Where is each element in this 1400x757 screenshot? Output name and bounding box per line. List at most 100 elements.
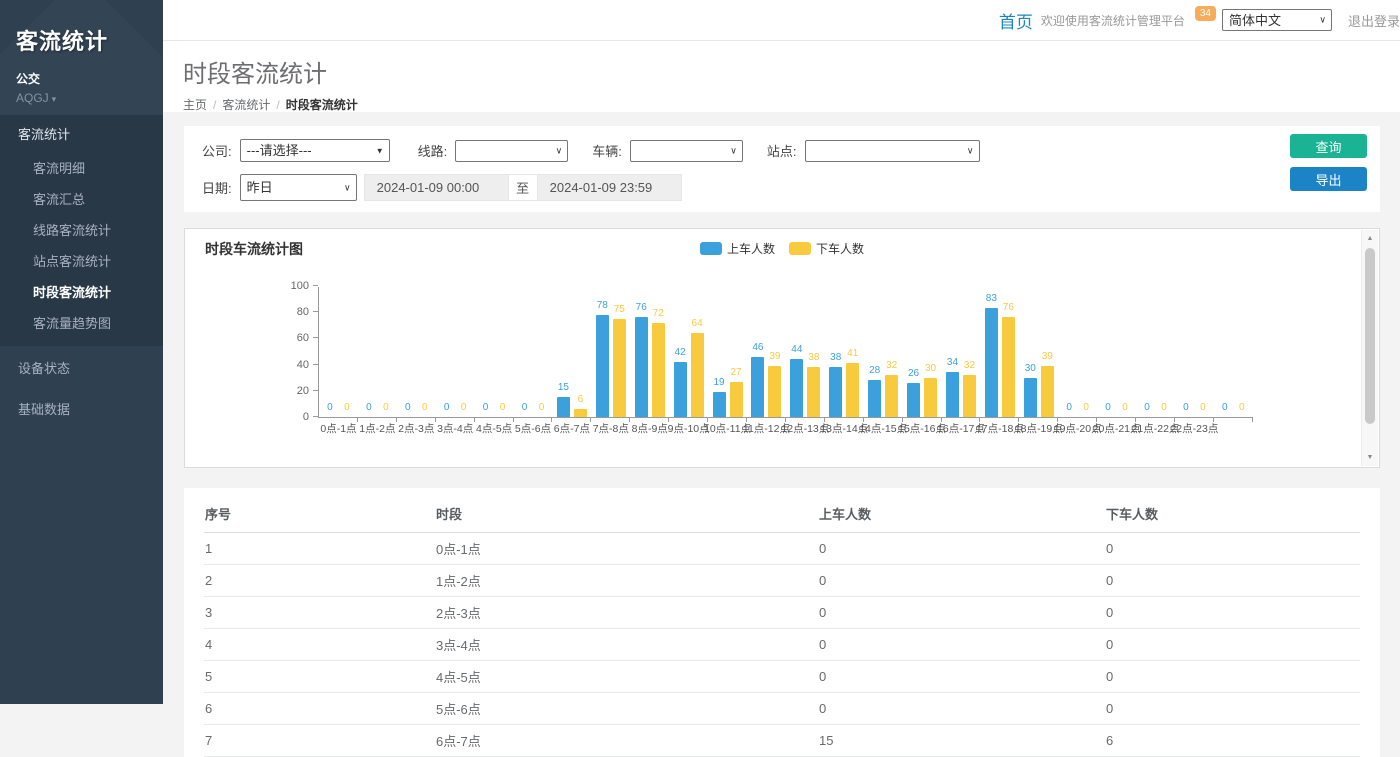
bar-value-label: 30 bbox=[1025, 363, 1036, 374]
query-button[interactable]: 查询 bbox=[1290, 134, 1367, 158]
sidebar-nav: 客流统计客流明细客流汇总线路客流统计站点客流统计时段客流统计客流量趋势图设备状态… bbox=[0, 115, 163, 428]
table-cell: 3 bbox=[204, 597, 435, 629]
bar-value-label: 76 bbox=[1003, 302, 1014, 313]
sidebar-section-base-data: 基础数据 bbox=[0, 389, 163, 428]
home-link[interactable]: 首页 bbox=[999, 8, 1033, 33]
sidebar-header-device-status[interactable]: 设备状态 bbox=[0, 348, 163, 387]
bar-下车人数[interactable]: 39 bbox=[768, 366, 781, 417]
bar-下车人数[interactable]: 72 bbox=[652, 323, 665, 417]
sidebar-item-line-passenger-stats[interactable]: 线路客流统计 bbox=[0, 214, 163, 245]
scrollbar-thumb[interactable] bbox=[1365, 248, 1375, 424]
bar-上车人数[interactable]: 78 bbox=[596, 315, 609, 417]
language-select[interactable]: 简体中文 bbox=[1222, 9, 1332, 31]
bar-value-label: 0 bbox=[1161, 402, 1167, 413]
logout-link[interactable]: 退出登录 bbox=[1348, 11, 1400, 30]
x-axis-label: 8点-9点 bbox=[632, 421, 668, 436]
sidebar-item-station-passenger-stats[interactable]: 站点客流统计 bbox=[0, 245, 163, 276]
bar-value-label: 39 bbox=[769, 351, 780, 362]
bar-下车人数[interactable]: 6 bbox=[574, 409, 587, 417]
breadcrumb-separator: / bbox=[276, 98, 279, 112]
table-cell: 0点-1点 bbox=[435, 533, 818, 565]
table-row: 54点-5点00 bbox=[204, 661, 1360, 693]
bar-上车人数[interactable]: 44 bbox=[790, 359, 803, 417]
x-axis-label: 2点-3点 bbox=[398, 421, 434, 436]
sidebar-item-passenger-detail[interactable]: 客流明细 bbox=[0, 152, 163, 183]
y-axis-label: 60 bbox=[297, 332, 309, 344]
notification-badge[interactable]: 34 bbox=[1195, 6, 1216, 21]
bar-上车人数[interactable]: 28 bbox=[868, 380, 881, 417]
bar-上车人数[interactable]: 76 bbox=[635, 317, 648, 417]
sidebar-item-passenger-trend-chart[interactable]: 客流量趋势图 bbox=[0, 307, 163, 338]
bar-上车人数[interactable]: 38 bbox=[829, 367, 842, 417]
vehicle-label: 车辆: bbox=[592, 141, 622, 160]
legend-item[interactable]: 下车人数 bbox=[789, 240, 864, 257]
breadcrumb-section[interactable]: 客流统计 bbox=[222, 98, 270, 112]
scroll-down-icon[interactable]: ▼ bbox=[1362, 450, 1378, 465]
line-select[interactable] bbox=[455, 140, 568, 162]
table-cell: 0 bbox=[818, 693, 1105, 725]
bar-下车人数[interactable]: 30 bbox=[924, 378, 937, 417]
legend-label: 上车人数 bbox=[727, 240, 775, 257]
sidebar-item-period-passenger-stats[interactable]: 时段客流统计 bbox=[0, 276, 163, 307]
bar-下车人数[interactable]: 38 bbox=[807, 367, 820, 417]
breadcrumb-home[interactable]: 主页 bbox=[183, 98, 207, 112]
vehicle-select[interactable] bbox=[630, 140, 743, 162]
y-axis-label: 0 bbox=[303, 411, 309, 423]
bar-value-label: 27 bbox=[730, 367, 741, 378]
date-from-input[interactable] bbox=[364, 174, 509, 201]
chart-legend: 上车人数下车人数 bbox=[693, 240, 871, 257]
user-menu[interactable]: AQGJ▾ bbox=[16, 91, 147, 105]
page-title: 时段客流统计 bbox=[183, 54, 1380, 89]
bar-上车人数[interactable]: 15 bbox=[557, 397, 570, 417]
bar-下车人数[interactable]: 27 bbox=[730, 382, 743, 417]
bar-value-label: 0 bbox=[1105, 402, 1111, 413]
company-select[interactable]: ---请选择--- bbox=[240, 139, 390, 162]
bar-value-label: 0 bbox=[522, 402, 528, 413]
bar-上车人数[interactable]: 83 bbox=[985, 308, 998, 417]
table-row: 65点-6点00 bbox=[204, 693, 1360, 725]
bar-上车人数[interactable]: 19 bbox=[713, 392, 726, 417]
table-cell: 0 bbox=[818, 597, 1105, 629]
chart-scrollbar[interactable]: ▲ ▼ bbox=[1361, 230, 1378, 466]
station-select[interactable] bbox=[805, 140, 980, 162]
bar-下车人数[interactable]: 41 bbox=[846, 363, 859, 417]
bar-value-label: 0 bbox=[1122, 402, 1128, 413]
sidebar-header-passenger-stats[interactable]: 客流统计 bbox=[0, 115, 163, 152]
bar-下车人数[interactable]: 75 bbox=[613, 319, 626, 417]
legend-item[interactable]: 上车人数 bbox=[700, 240, 775, 257]
bar-下车人数[interactable]: 39 bbox=[1041, 366, 1054, 417]
bar-value-label: 28 bbox=[869, 365, 880, 376]
bar-value-label: 0 bbox=[539, 402, 545, 413]
bar-上车人数[interactable]: 42 bbox=[674, 362, 687, 417]
table-cell: 7 bbox=[204, 725, 435, 757]
bar-value-label: 0 bbox=[500, 402, 506, 413]
bar-上车人数[interactable]: 30 bbox=[1024, 378, 1037, 417]
bar-下车人数[interactable]: 32 bbox=[963, 375, 976, 417]
export-button[interactable]: 导出 bbox=[1290, 167, 1367, 191]
bar-上车人数[interactable]: 34 bbox=[946, 372, 959, 417]
bar-下车人数[interactable]: 76 bbox=[1002, 317, 1015, 417]
y-axis-tick bbox=[313, 285, 318, 286]
sidebar-section-device-status: 设备状态 bbox=[0, 348, 163, 387]
sidebar-item-passenger-summary[interactable]: 客流汇总 bbox=[0, 183, 163, 214]
sidebar-header-base-data[interactable]: 基础数据 bbox=[0, 389, 163, 428]
bar-group: 76728点-9点 bbox=[630, 287, 669, 417]
date-preset-select[interactable]: 昨日 bbox=[240, 174, 357, 201]
date-to-input[interactable] bbox=[537, 174, 682, 201]
bar-下车人数[interactable]: 32 bbox=[885, 375, 898, 417]
breadcrumb-current: 时段客流统计 bbox=[286, 98, 358, 112]
bar-value-label: 44 bbox=[791, 344, 802, 355]
bar-group: 1566点-7点 bbox=[552, 287, 591, 417]
x-axis-label: 1点-2点 bbox=[359, 421, 395, 436]
bar-上车人数[interactable]: 46 bbox=[751, 357, 764, 417]
brand-area: 客流统计 公交 AQGJ▾ bbox=[0, 0, 163, 115]
scroll-up-icon[interactable]: ▲ bbox=[1362, 231, 1378, 246]
bar-上车人数[interactable]: 26 bbox=[907, 383, 920, 417]
table-cell: 0 bbox=[1105, 597, 1360, 629]
y-axis-tick bbox=[313, 390, 318, 391]
bar-group: 42649点-10点 bbox=[669, 287, 708, 417]
bar-value-label: 72 bbox=[653, 308, 664, 319]
bar-value-label: 32 bbox=[964, 360, 975, 371]
bar-下车人数[interactable]: 64 bbox=[691, 333, 704, 417]
bar-group: 463911点-12点 bbox=[747, 287, 786, 417]
